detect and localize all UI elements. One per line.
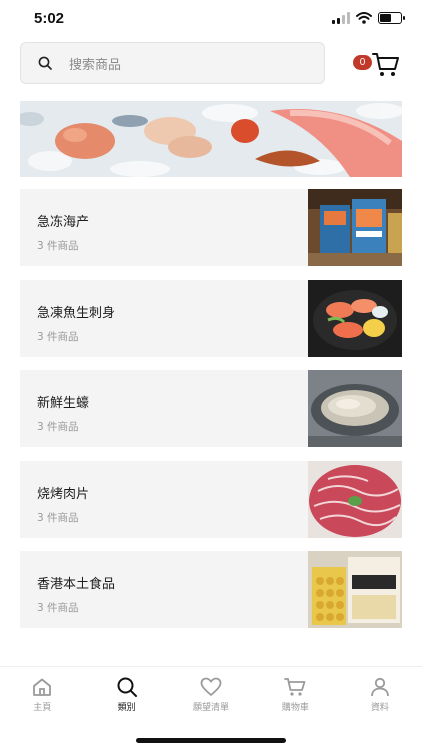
cart-icon [284, 678, 306, 696]
cellular-signal-icon [332, 12, 350, 24]
wifi-icon [356, 12, 372, 24]
search-icon [117, 677, 137, 697]
frozen-seafood-packages-image [308, 189, 402, 266]
tab-cart[interactable]: 購物車 [253, 667, 337, 722]
category-name: 急冻海产 [37, 215, 90, 230]
category-count: 3 件商品 [37, 602, 79, 614]
category-count: 3 件商品 [37, 512, 79, 524]
fresh-oyster-image [308, 370, 402, 447]
local-snack-packages-image [308, 551, 402, 628]
search-placeholder: 搜索商品 [69, 57, 122, 73]
promo-banner[interactable] [20, 101, 402, 177]
tab-wishlist[interactable]: 願望清單 [169, 667, 253, 722]
category-count: 3 件商品 [37, 240, 79, 252]
bottom-tab-bar: 主頁 類別 願望清單 購物車 資料 [0, 666, 422, 722]
home-indicator [136, 738, 286, 743]
status-bar: 5:02 [0, 0, 422, 40]
home-icon [33, 678, 52, 696]
cart-badge: 0 [353, 55, 372, 70]
category-row-fresh-oyster[interactable]: 新鮮生蠔 3 件商品 [20, 370, 402, 447]
category-row-bbq-meat[interactable]: 烧烤肉片 3 件商品 [20, 461, 402, 538]
category-name: 烧烤肉片 [37, 487, 90, 502]
tab-label: 主頁 [33, 703, 52, 713]
sliced-bbq-meat-image [308, 461, 402, 538]
user-icon [370, 677, 389, 697]
category-count: 3 件商品 [37, 331, 79, 343]
tab-profile[interactable]: 資料 [338, 667, 422, 722]
heart-icon [200, 677, 222, 696]
tab-categories[interactable]: 類別 [84, 667, 168, 722]
battery-level [380, 14, 391, 22]
search-input[interactable]: 搜索商品 [20, 42, 325, 84]
category-row-hk-local-food[interactable]: 香港本土食品 3 件商品 [20, 551, 402, 628]
tab-label: 購物車 [281, 703, 309, 713]
tab-label: 類別 [117, 703, 136, 713]
cart-icon [372, 53, 399, 76]
category-name: 新鮮生蠔 [37, 396, 90, 411]
seafood-on-ice-image [20, 101, 402, 177]
category-row-sashimi[interactable]: 急凍魚生刺身 3 件商品 [20, 280, 402, 357]
status-time: 5:02 [34, 10, 65, 27]
cart-button[interactable]: 0 [350, 50, 402, 80]
category-row-frozen-seafood[interactable]: 急冻海产 3 件商品 [20, 189, 402, 266]
category-name: 急凍魚生刺身 [37, 306, 116, 321]
category-name: 香港本土食品 [37, 577, 116, 592]
tab-label: 願望清單 [193, 703, 230, 713]
category-count: 3 件商品 [37, 421, 79, 433]
sashimi-platter-image [308, 280, 402, 357]
tab-home[interactable]: 主頁 [0, 667, 84, 722]
search-icon [37, 55, 53, 71]
battery-icon [378, 12, 405, 24]
tab-label: 資料 [370, 703, 389, 713]
status-icons [332, 12, 405, 24]
